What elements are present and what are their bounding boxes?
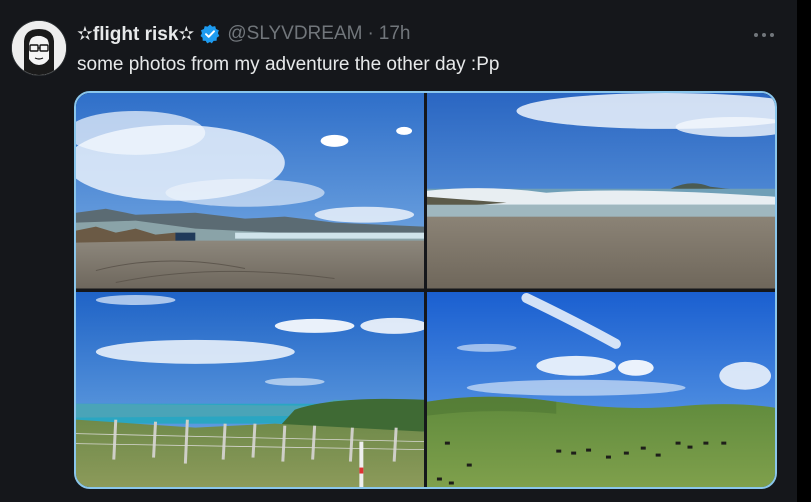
beach-photo-1[interactable] [76, 93, 424, 289]
tweet-header: ✫flight risk✫ @SLYVDREAM · 17h [77, 21, 410, 47]
coast-fence-photo[interactable] [76, 291, 424, 487]
tweet-card[interactable]: ✫flight risk✫ @SLYVDREAM · 17h some phot… [0, 0, 811, 502]
beach-photo-2[interactable] [427, 93, 775, 289]
media-grid [74, 91, 777, 489]
ellipsis-icon [754, 33, 774, 37]
avatar-image [12, 21, 66, 75]
scrollbar-track[interactable] [797, 0, 811, 502]
more-options-button[interactable] [751, 24, 777, 46]
verified-badge-icon[interactable] [199, 23, 221, 45]
pasture-cows-photo[interactable] [427, 291, 775, 487]
display-name[interactable]: ✫flight risk✫ [77, 23, 194, 46]
avatar[interactable] [11, 20, 67, 76]
separator-dot: · [367, 23, 374, 44]
user-handle[interactable]: @SLYVDREAM [227, 23, 362, 45]
timestamp[interactable]: 17h [379, 23, 411, 45]
tweet-text: some photos from my adventure the other … [77, 54, 500, 75]
